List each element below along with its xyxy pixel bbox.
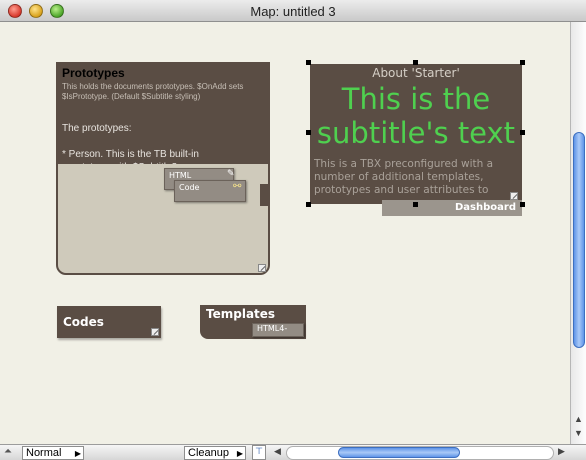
codes-note[interactable]: Codes bbox=[57, 306, 161, 338]
prototypes-description: This holds the documents prototypes. $On… bbox=[62, 82, 244, 101]
selection-handle-tl[interactable] bbox=[306, 60, 311, 65]
dashboard-adornment[interactable]: Dashboard bbox=[382, 200, 522, 216]
selection-handle-bl[interactable] bbox=[306, 202, 311, 207]
vertical-scroll-thumb[interactable] bbox=[573, 132, 585, 348]
codes-title: Codes bbox=[63, 315, 104, 329]
about-body: This is a TBX preconfigured with a numbe… bbox=[314, 158, 494, 196]
prototypes-body: The prototypes: * Person. This is the TB… bbox=[62, 123, 199, 164]
about-title: About 'Starter' bbox=[372, 66, 460, 80]
selection-handle-ml[interactable] bbox=[306, 130, 311, 135]
cleanup-menu[interactable]: Cleanup ▶ bbox=[184, 446, 246, 460]
templates-title: Templates bbox=[206, 307, 276, 321]
prototypes-header: Prototypes This holds the documents prot… bbox=[58, 64, 268, 164]
about-resize-handle[interactable] bbox=[510, 192, 518, 200]
scroll-down-arrow-icon[interactable]: ▼ bbox=[574, 428, 583, 438]
view-mode-select[interactable]: Normal ▶ bbox=[22, 446, 84, 460]
offscreen-note-edge[interactable] bbox=[260, 184, 268, 206]
selection-handle-tc[interactable] bbox=[413, 60, 418, 65]
code-prototype-note[interactable]: Code ⚯ bbox=[174, 180, 246, 202]
prototypes-title: Prototypes bbox=[62, 66, 125, 80]
templates-container-note[interactable]: Templates HTML4- bbox=[200, 305, 306, 339]
window-title: Map: untitled 3 bbox=[250, 4, 336, 19]
container-resize-handle[interactable] bbox=[258, 264, 266, 272]
cleanup-arrow-icon: ▶ bbox=[236, 449, 243, 458]
vertical-scrollbar[interactable]: ▲ ▼ bbox=[570, 22, 586, 444]
view-mode-value: Normal bbox=[26, 447, 62, 459]
selection-handle-mr[interactable] bbox=[520, 130, 525, 135]
about-subtitle: This is the subtitle's text bbox=[316, 82, 516, 150]
map-canvas[interactable]: Prototypes This holds the documents prot… bbox=[0, 22, 570, 444]
codes-resize-handle[interactable] bbox=[151, 328, 159, 336]
prototypes-container-note[interactable]: Prototypes This holds the documents prot… bbox=[56, 62, 270, 275]
window-titlebar: Map: untitled 3 bbox=[0, 0, 586, 22]
view-mode-arrow-icon: ▶ bbox=[74, 449, 81, 458]
html4-template-label: HTML4- bbox=[257, 324, 288, 333]
scroll-left-arrow-icon[interactable]: ◀ bbox=[274, 446, 281, 457]
pin-icon[interactable]: ⊤ bbox=[252, 445, 266, 460]
selection-handle-bc[interactable] bbox=[413, 202, 418, 207]
code-prototype-label: Code bbox=[179, 183, 200, 192]
selection-handle-br[interactable] bbox=[520, 202, 525, 207]
cleanup-label: Cleanup bbox=[188, 447, 229, 459]
horizontal-scroll-thumb[interactable] bbox=[338, 447, 460, 458]
html4-template-note[interactable]: HTML4- bbox=[252, 323, 304, 337]
about-starter-note[interactable]: About 'Starter' This is the subtitle's t… bbox=[310, 64, 522, 204]
hoist-icon[interactable]: ⏶ bbox=[4, 446, 12, 457]
html-prototype-label: HTML bbox=[169, 171, 192, 180]
selection-handle-tr[interactable] bbox=[520, 60, 525, 65]
scroll-right-arrow-icon[interactable]: ▶ bbox=[558, 446, 565, 457]
bottom-bar: ⏶ Normal ▶ Cleanup ▶ ⊤ ◀ ▶ bbox=[0, 444, 586, 460]
link-icon: ⚯ bbox=[233, 181, 242, 192]
pencil-icon: ✎ bbox=[227, 169, 235, 179]
scroll-up-arrow-icon[interactable]: ▲ bbox=[574, 414, 583, 424]
